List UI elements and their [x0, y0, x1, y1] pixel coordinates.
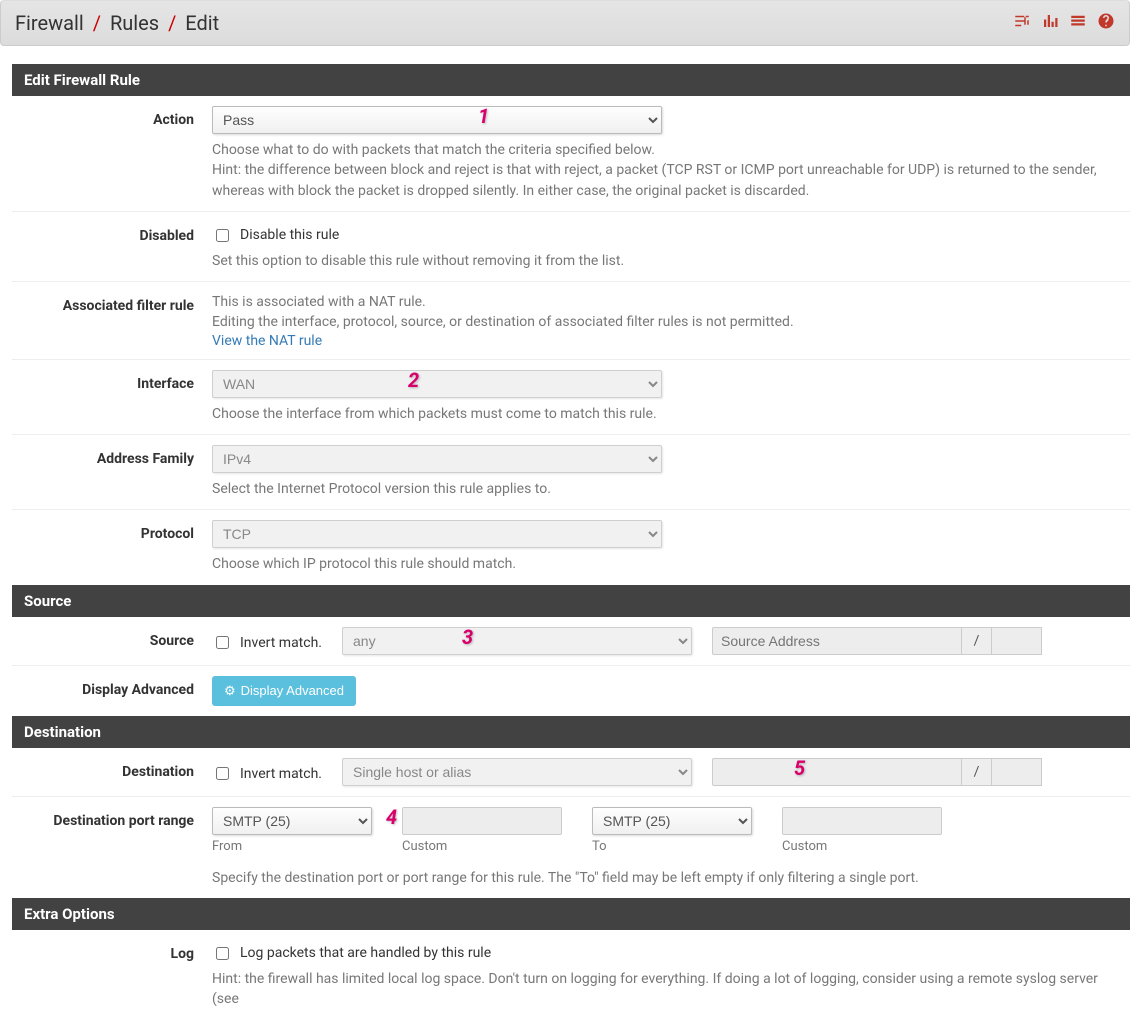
- label-disabled: Disabled: [12, 222, 212, 244]
- help-text: Set this option to disable this rule wit…: [212, 251, 1120, 271]
- help-text: Choose which IP protocol this rule shoul…: [212, 554, 1120, 574]
- display-advanced-button[interactable]: Display Advanced: [212, 676, 356, 706]
- checkbox-label: Disable this rule: [240, 227, 339, 243]
- slash-label: /: [962, 627, 992, 655]
- checkbox-label: Invert match.: [240, 635, 322, 651]
- slash-label: /: [962, 758, 992, 786]
- row-destination: Destination Invert match. Single host or…: [12, 748, 1130, 797]
- panel-heading: Source: [12, 585, 1130, 617]
- row-action: Action Pass 1 Choose what to do with pac…: [12, 96, 1130, 212]
- row-source: Source Invert match. any 3 /: [12, 617, 1130, 666]
- help-icon[interactable]: [1097, 12, 1115, 34]
- sublabel-custom: Custom: [782, 839, 942, 854]
- header-icons: [1013, 12, 1115, 34]
- assoc-text-1: This is associated with a NAT rule.: [212, 292, 1120, 312]
- view-nat-link[interactable]: View the NAT rule: [212, 333, 322, 349]
- crumb-firewall[interactable]: Firewall: [15, 11, 84, 35]
- panel-destination: Destination Destination Invert match. Si…: [12, 716, 1130, 898]
- help-text: Select the Internet Protocol version thi…: [212, 479, 1120, 499]
- panel-extra-options: Extra Options Log Log packets that are h…: [12, 898, 1130, 1020]
- protocol-select: TCP: [212, 520, 662, 548]
- label-display-advanced: Display Advanced: [12, 676, 212, 698]
- breadcrumb: Firewall / Rules / Edit: [15, 11, 219, 35]
- dest-address-input: [712, 758, 962, 786]
- label-source: Source: [12, 627, 212, 649]
- panel-heading: Edit Firewall Rule: [12, 64, 1130, 96]
- checkbox-label: Invert match.: [240, 766, 322, 782]
- source-type-select: any: [342, 627, 692, 655]
- address-family-select: IPv4: [212, 445, 662, 473]
- crumb-rules[interactable]: Rules: [110, 11, 159, 35]
- source-invert-checkbox[interactable]: [216, 636, 229, 649]
- label-log: Log: [12, 940, 212, 962]
- label-protocol: Protocol: [12, 520, 212, 542]
- dest-port-to-select[interactable]: SMTP (25): [592, 807, 752, 835]
- slash-icon: /: [168, 11, 176, 35]
- disable-checkbox[interactable]: [216, 229, 229, 242]
- destination-type-select: Single host or alias: [342, 758, 692, 786]
- row-protocol: Protocol TCP Choose which IP protocol th…: [12, 510, 1130, 584]
- source-mask-select: [992, 627, 1042, 655]
- help-text: Choose the interface from which packets …: [212, 404, 1120, 424]
- label-associated: Associated filter rule: [12, 292, 212, 314]
- label-action: Action: [12, 106, 212, 128]
- dest-mask-select: [992, 758, 1042, 786]
- log-icon[interactable]: [1069, 12, 1087, 34]
- sublabel-to: To: [592, 839, 752, 854]
- gear-icon: [224, 683, 236, 699]
- dest-port-to-custom: [782, 807, 942, 835]
- slash-icon: /: [93, 11, 101, 35]
- label-address-family: Address Family: [12, 445, 212, 467]
- annotation-4: 4: [386, 805, 397, 829]
- help-text: Hint: the firewall has limited local log…: [212, 969, 1120, 1010]
- row-interface: Interface WAN 2 Choose the interface fro…: [12, 360, 1130, 435]
- dest-invert-checkbox[interactable]: [216, 767, 229, 780]
- dest-address-group: 5 /: [712, 758, 1042, 786]
- row-display-advanced: Display Advanced Display Advanced: [12, 666, 1130, 716]
- crumb-edit: Edit: [185, 11, 219, 35]
- label-destination: Destination: [12, 758, 212, 780]
- row-associated: Associated filter rule This is associate…: [12, 282, 1130, 360]
- panel-edit-firewall-rule: Edit Firewall Rule Action Pass 1 Choose …: [12, 64, 1130, 585]
- panel-source: Source Source Invert match. any 3 /: [12, 585, 1130, 716]
- panel-heading: Destination: [12, 716, 1130, 748]
- label-interface: Interface: [12, 370, 212, 392]
- checkbox-label: Log packets that are handled by this rul…: [240, 945, 491, 961]
- page-header: Firewall / Rules / Edit: [0, 0, 1130, 46]
- assoc-text-2: Editing the interface, protocol, source,…: [212, 312, 1120, 332]
- bar-chart-icon[interactable]: [1041, 12, 1059, 34]
- interface-select: WAN: [212, 370, 662, 398]
- source-address-group: /: [712, 627, 1042, 655]
- row-log: Log Log packets that are handled by this…: [12, 930, 1130, 1020]
- label-dest-port-range: Destination port range: [12, 807, 212, 829]
- dest-port-from-select[interactable]: SMTP (25): [212, 807, 372, 835]
- dest-port-from-custom: [402, 807, 562, 835]
- panel-heading: Extra Options: [12, 898, 1130, 930]
- sublabel-from: From: [212, 839, 372, 854]
- help-text: Specify the destination port or port ran…: [212, 868, 1120, 888]
- row-dest-port-range: Destination port range 4 SMTP (25) From …: [12, 797, 1130, 898]
- row-address-family: Address Family IPv4 Select the Internet …: [12, 435, 1130, 510]
- help-text: Choose what to do with packets that matc…: [212, 140, 1120, 201]
- sublabel-custom: Custom: [402, 839, 562, 854]
- row-disabled: Disabled Disable this rule Set this opti…: [12, 212, 1130, 282]
- log-checkbox[interactable]: [216, 947, 229, 960]
- sliders-icon[interactable]: [1013, 12, 1031, 34]
- action-select[interactable]: Pass: [212, 106, 662, 134]
- button-label: Display Advanced: [241, 683, 344, 698]
- source-address-input: [712, 627, 962, 655]
